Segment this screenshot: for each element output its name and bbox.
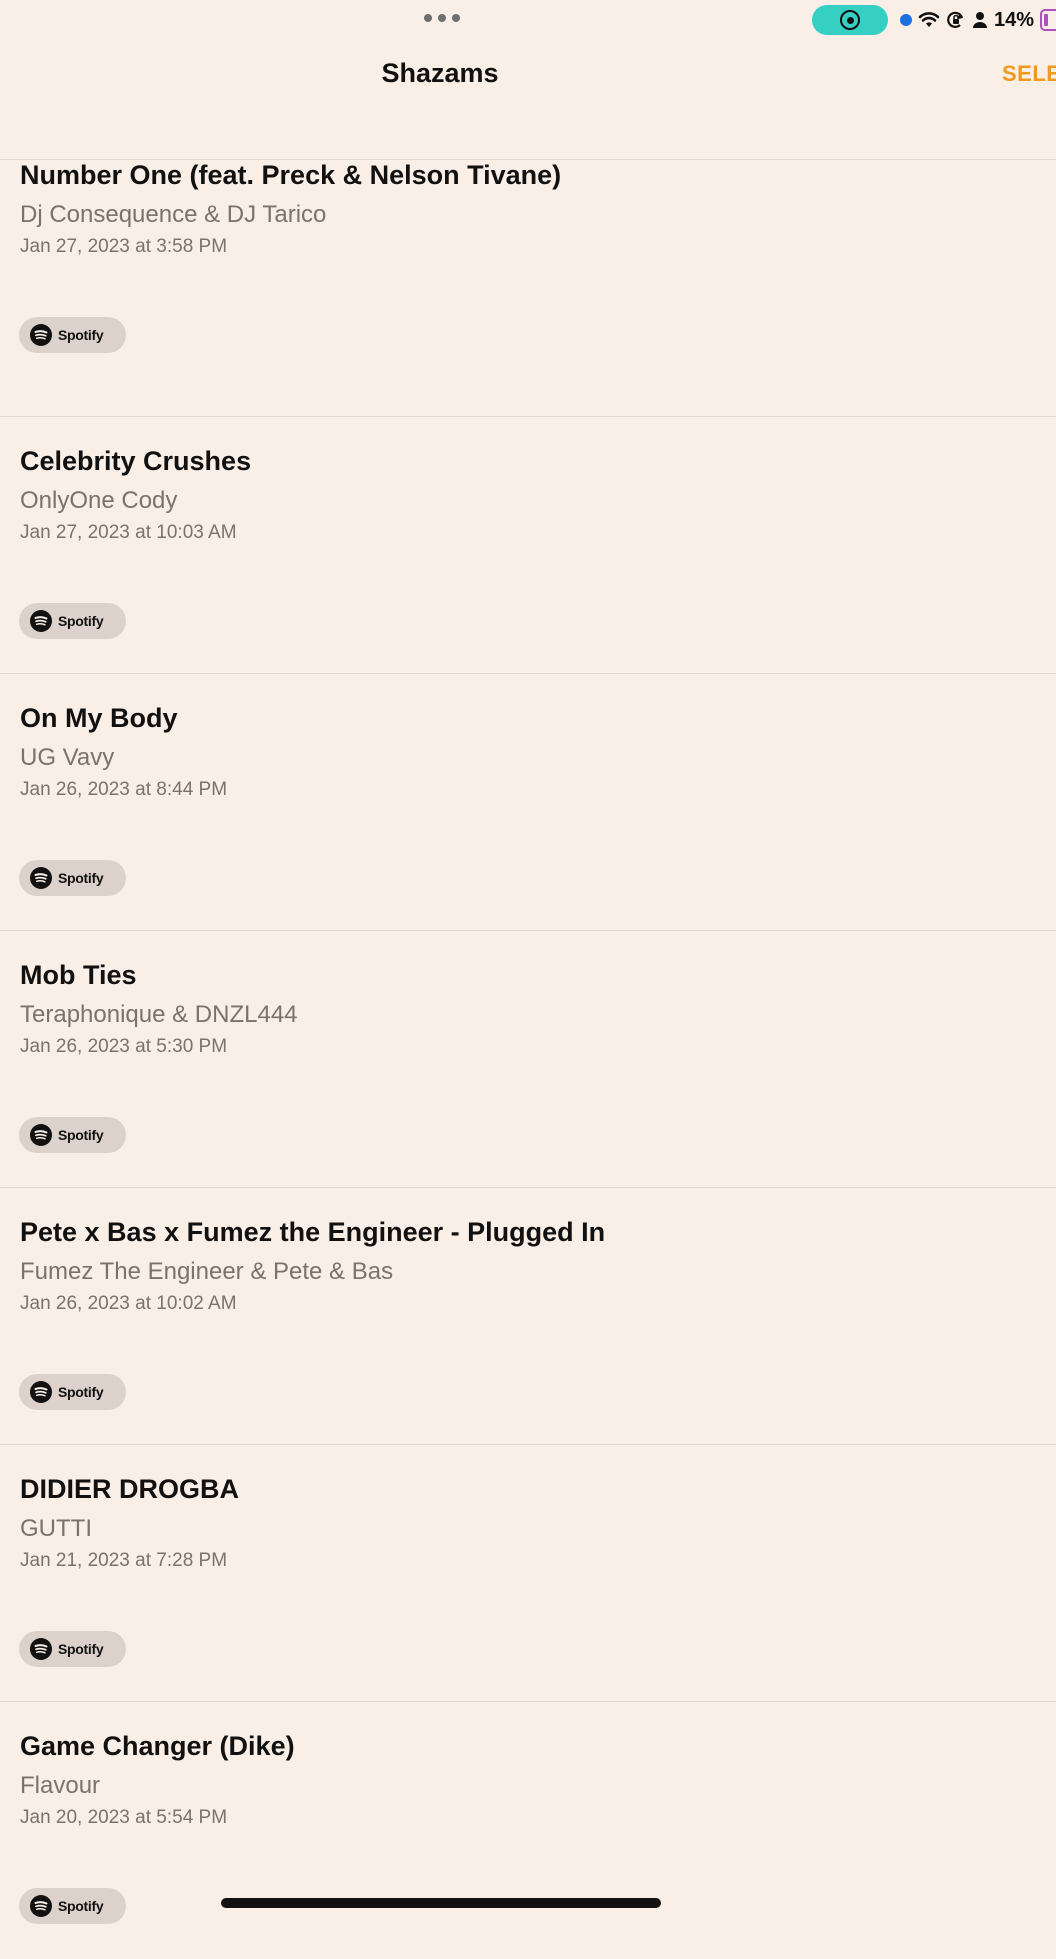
- list-item[interactable]: Celebrity Crushes OnlyOne Cody Jan 27, 2…: [0, 417, 1056, 674]
- status-icons: 14%: [900, 7, 1056, 33]
- battery-percent: 14%: [994, 8, 1035, 31]
- navigation-bar: Shazams SELE: [0, 40, 1056, 160]
- spotify-button[interactable]: Spotify: [19, 1374, 126, 1410]
- spotify-label: Spotify: [58, 1641, 104, 1657]
- spotify-icon: [30, 1638, 52, 1660]
- song-title: Game Changer (Dike): [20, 1731, 295, 1761]
- song-title: Celebrity Crushes: [20, 446, 252, 476]
- select-button[interactable]: SELE: [1002, 61, 1056, 87]
- song-title: On My Body: [20, 703, 178, 733]
- song-title: DIDIER DROGBA: [20, 1474, 240, 1504]
- list-item[interactable]: Pete x Bas x Fumez the Engineer - Plugge…: [0, 1188, 1056, 1445]
- wifi-icon: [918, 12, 940, 27]
- spotify-label: Spotify: [58, 1384, 104, 1400]
- spotify-icon: [30, 1381, 52, 1403]
- artist-name: Fumez The Engineer & Pete & Bas: [20, 1258, 394, 1285]
- list-item[interactable]: On My Body UG Vavy Jan 26, 2023 at 8:44 …: [0, 674, 1056, 931]
- song-title: Pete x Bas x Fumez the Engineer - Plugge…: [20, 1217, 606, 1247]
- person-icon: [973, 12, 987, 28]
- spotify-icon: [30, 324, 52, 346]
- shazam-date: Jan 26, 2023 at 8:44 PM: [20, 779, 228, 800]
- list-item[interactable]: Mob Ties Teraphonique & DNZL444 Jan 26, …: [0, 931, 1056, 1188]
- multitasking-dots-icon[interactable]: [424, 14, 460, 22]
- spotify-button[interactable]: Spotify: [19, 603, 126, 639]
- spotify-label: Spotify: [58, 327, 104, 343]
- artist-name: UG Vavy: [20, 744, 115, 771]
- location-dot-icon: [900, 14, 912, 26]
- shazam-date: Jan 27, 2023 at 3:58 PM: [20, 236, 228, 257]
- song-title: Number One (feat. Preck & Nelson Tivane): [20, 160, 562, 190]
- shazam-date: Jan 26, 2023 at 10:02 AM: [20, 1293, 237, 1314]
- spotify-icon: [30, 1895, 52, 1917]
- spotify-icon: [30, 867, 52, 889]
- page-title: Shazams: [381, 58, 499, 88]
- artist-name: OnlyOne Cody: [20, 487, 178, 514]
- shazam-date: Jan 27, 2023 at 10:03 AM: [20, 522, 237, 543]
- spotify-label: Spotify: [58, 1127, 104, 1143]
- shazams-list: Number One (feat. Preck & Nelson Tivane)…: [0, 160, 1056, 1959]
- artist-name: Teraphonique & DNZL444: [20, 1001, 298, 1028]
- spotify-button[interactable]: Spotify: [19, 1631, 126, 1667]
- spotify-button[interactable]: Spotify: [19, 317, 126, 353]
- spotify-label: Spotify: [58, 1898, 104, 1914]
- artist-name: GUTTI: [20, 1515, 92, 1542]
- list-item[interactable]: DIDIER DROGBA GUTTI Jan 21, 2023 at 7:28…: [0, 1445, 1056, 1702]
- list-item[interactable]: Number One (feat. Preck & Nelson Tivane)…: [0, 160, 1056, 417]
- orientation-lock-icon: [947, 11, 964, 28]
- spotify-button[interactable]: Spotify: [19, 1888, 126, 1924]
- battery-icon: [1040, 9, 1056, 31]
- home-indicator[interactable]: [221, 1898, 661, 1908]
- shazam-date: Jan 20, 2023 at 5:54 PM: [20, 1807, 228, 1828]
- song-title: Mob Ties: [20, 960, 137, 990]
- shazam-date: Jan 26, 2023 at 5:30 PM: [20, 1036, 228, 1057]
- screen-record-icon[interactable]: [812, 5, 888, 35]
- status-bar: 14%: [0, 0, 1056, 40]
- shazam-date: Jan 21, 2023 at 7:28 PM: [20, 1550, 228, 1571]
- spotify-label: Spotify: [58, 870, 104, 886]
- spotify-button[interactable]: Spotify: [19, 860, 126, 896]
- artist-name: Dj Consequence & DJ Tarico: [20, 201, 327, 228]
- artist-name: Flavour: [20, 1772, 101, 1799]
- spotify-icon: [30, 610, 52, 632]
- spotify-button[interactable]: Spotify: [19, 1117, 126, 1153]
- spotify-icon: [30, 1124, 52, 1146]
- spotify-label: Spotify: [58, 613, 104, 629]
- list-item[interactable]: Game Changer (Dike) Flavour Jan 20, 2023…: [0, 1702, 1056, 1959]
